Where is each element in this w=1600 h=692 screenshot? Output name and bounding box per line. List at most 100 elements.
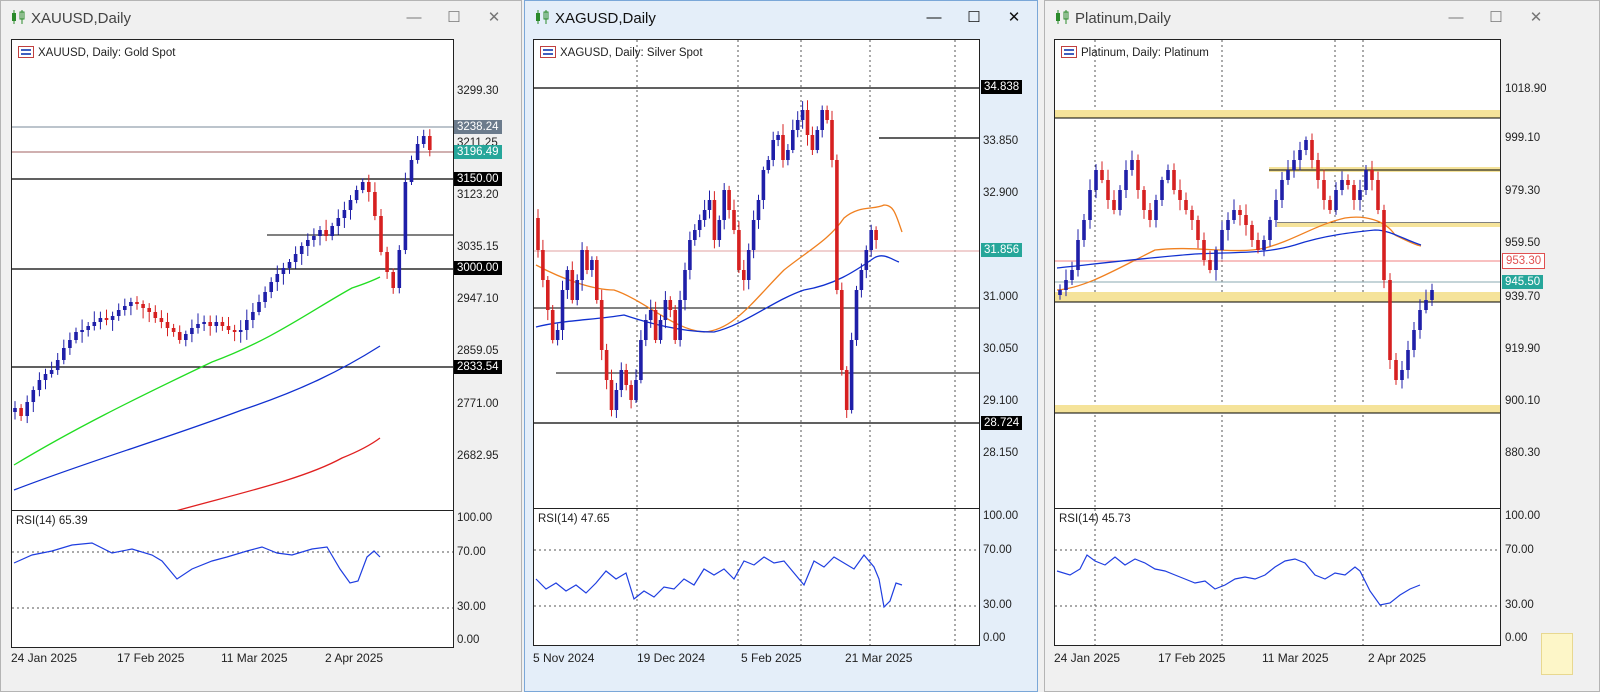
candle-body xyxy=(673,310,677,340)
price-chart[interactable]: XAGUSD, Daily: Silver Spot xyxy=(533,39,980,509)
price-axis-label: 999.10 xyxy=(1505,132,1541,144)
candle-body xyxy=(1190,210,1194,220)
candle-body xyxy=(153,312,158,318)
candle-body xyxy=(397,250,402,288)
candle-body xyxy=(287,262,292,268)
candle-body xyxy=(275,274,280,282)
candle-body xyxy=(565,270,570,290)
date-axis-label: 17 Feb 2025 xyxy=(1158,651,1226,665)
candle-body xyxy=(1112,200,1116,210)
price-axis-label: 3123.20 xyxy=(457,189,499,201)
rsi-title: RSI(14) 47.65 xyxy=(538,513,610,525)
candle-body xyxy=(421,136,426,144)
candle-body xyxy=(835,160,839,290)
price-axis-label: 959.50 xyxy=(1505,237,1541,249)
candle-body xyxy=(1328,200,1332,210)
price-axis-label: 2947.10 xyxy=(457,293,499,305)
rsi-panel[interactable]: RSI(14) 45.73 xyxy=(1054,508,1501,646)
candle-body xyxy=(1214,250,1218,270)
candle-body xyxy=(849,340,854,410)
candle-body xyxy=(732,210,736,230)
window-titlebar[interactable]: XAGUSD,Daily — ☐ ✕ xyxy=(525,1,1037,35)
candle-body xyxy=(663,300,668,320)
candle-body xyxy=(1124,170,1128,190)
rsi-panel[interactable]: RSI(14) 65.39 xyxy=(11,510,454,648)
candle-body xyxy=(560,290,565,330)
window-titlebar[interactable]: XAUUSD,Daily — ☐ ✕ xyxy=(1,1,521,35)
chart-window-xagusd[interactable]: XAGUSD,Daily — ☐ ✕ XAGUSD, Daily: Silver… xyxy=(524,0,1038,692)
chart-window-xauusd[interactable]: XAUUSD,Daily — ☐ ✕ XAUUSD, Daily: Gold S… xyxy=(0,0,522,692)
candle-body xyxy=(786,150,790,160)
price-axis-label: 2682.95 xyxy=(457,450,499,462)
close-button[interactable]: ✕ xyxy=(1521,7,1551,29)
minimize-button[interactable]: — xyxy=(399,7,429,29)
candle-body xyxy=(1322,180,1326,200)
candle-body xyxy=(634,380,638,400)
candle-body xyxy=(1262,240,1266,250)
candle-body xyxy=(1256,240,1260,250)
price-chart[interactable]: Platinum, Daily: Platinum xyxy=(1054,39,1501,509)
candle-body xyxy=(330,226,334,236)
candlestick-icon xyxy=(1056,10,1069,24)
minimize-button[interactable]: — xyxy=(919,7,949,29)
candle-body xyxy=(37,380,42,390)
candle-body xyxy=(1196,220,1200,240)
price-axis-label: 3299.30 xyxy=(457,85,499,97)
candle-body xyxy=(123,306,127,310)
candle-body xyxy=(1076,240,1080,270)
candle-body xyxy=(43,374,48,380)
minimize-button[interactable]: — xyxy=(1441,7,1471,29)
candle-body xyxy=(751,220,756,250)
price-tag: 953.30 xyxy=(1502,253,1546,269)
chart-window-platinum[interactable]: Platinum,Daily — ☐ ✕ Platinum, Daily: Pl… xyxy=(1044,0,1600,692)
candle-body xyxy=(555,330,560,340)
close-button[interactable]: ✕ xyxy=(999,7,1029,29)
rsi-panel[interactable]: RSI(14) 47.65 xyxy=(533,508,980,646)
candle-body xyxy=(1346,180,1350,185)
rsi-title: RSI(14) 65.39 xyxy=(16,515,88,527)
candle-body xyxy=(624,370,628,385)
candle-body xyxy=(13,408,17,412)
price-axis-label: 979.30 xyxy=(1505,185,1541,197)
notification-tab[interactable] xyxy=(1541,633,1573,675)
candle-body xyxy=(859,270,864,290)
candle-body xyxy=(336,218,341,226)
candle-body xyxy=(55,360,60,370)
candle-body xyxy=(1418,310,1422,330)
close-button[interactable]: ✕ xyxy=(479,7,509,29)
candle-body xyxy=(428,136,432,150)
date-axis-label: 24 Jan 2025 xyxy=(11,651,78,665)
candle-body xyxy=(19,408,23,416)
candle-body xyxy=(1172,170,1176,190)
maximize-button[interactable]: ☐ xyxy=(1481,7,1511,29)
candle-body xyxy=(1388,280,1392,360)
candle-body xyxy=(184,334,188,340)
date-axis-label: 2 Apr 2025 xyxy=(325,651,384,665)
candle-body xyxy=(98,318,103,322)
candle-body xyxy=(251,312,255,320)
candle-body xyxy=(312,236,316,240)
maximize-button[interactable]: ☐ xyxy=(439,7,469,29)
candle-body xyxy=(595,260,599,300)
candle-body xyxy=(135,302,139,304)
candle-body xyxy=(1376,180,1380,210)
candle-body xyxy=(86,326,90,330)
price-chart-canvas xyxy=(534,40,979,508)
maximize-button[interactable]: ☐ xyxy=(959,7,989,29)
candle-body xyxy=(570,270,575,300)
window-titlebar[interactable]: Platinum,Daily — ☐ ✕ xyxy=(1045,1,1599,35)
candle-body xyxy=(756,200,761,220)
price-axis-label: 29.100 xyxy=(983,395,1019,407)
candle-body xyxy=(379,216,383,252)
price-chart[interactable]: XAUUSD, Daily: Gold Spot xyxy=(11,39,454,511)
candle-body xyxy=(1154,200,1158,220)
date-axis-label: 19 Dec 2024 xyxy=(637,651,706,665)
candlestick-icon xyxy=(536,10,549,24)
candle-body xyxy=(712,200,717,240)
price-axis-label: 2859.05 xyxy=(457,345,499,357)
price-axis-label: 32.900 xyxy=(983,187,1019,199)
price-axis-label: 31.000 xyxy=(983,291,1019,303)
price-axis-label: 880.30 xyxy=(1505,447,1541,459)
date-axis-label: 5 Feb 2025 xyxy=(741,651,802,665)
candle-body xyxy=(110,316,115,320)
